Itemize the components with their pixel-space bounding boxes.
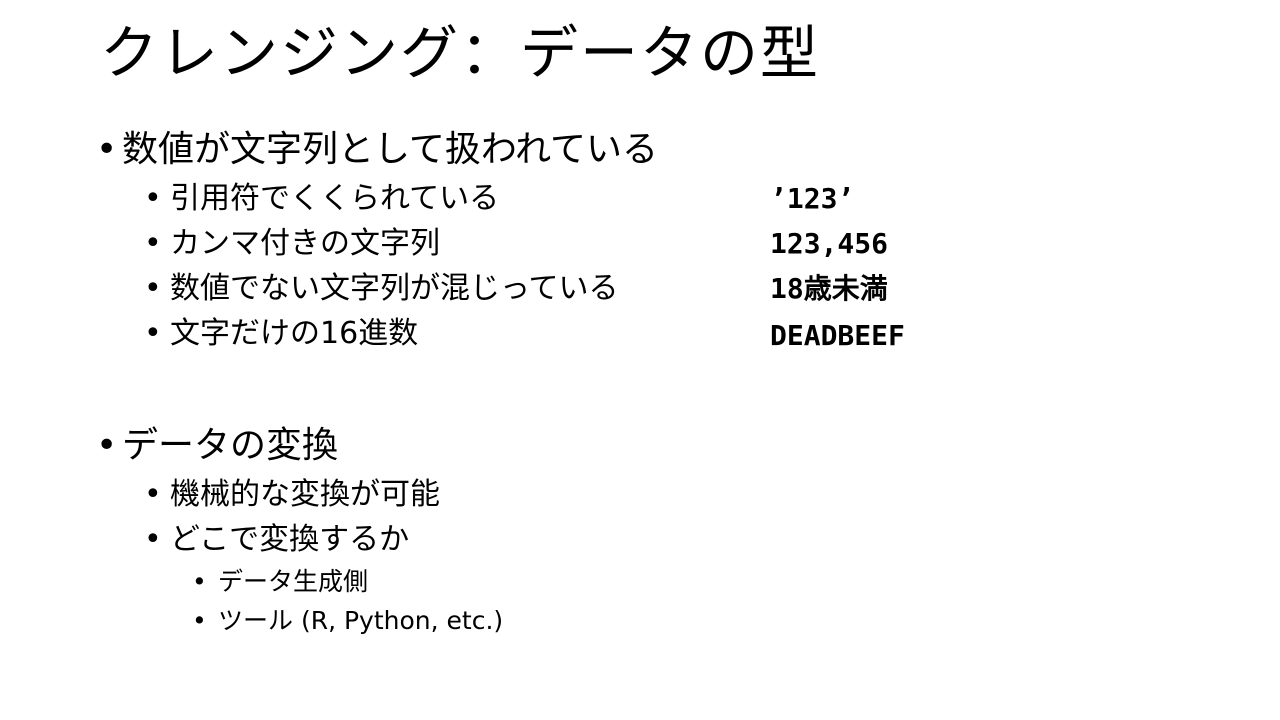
- list-item-label: 機械的な変換が可能: [170, 477, 440, 512]
- list-item-label: 文字だけの16進数: [170, 316, 419, 351]
- bullet-icon: •: [144, 181, 162, 216]
- list-item-label: どこで変換するか: [170, 522, 410, 557]
- bullet-icon: •: [144, 226, 162, 261]
- slide-title: クレンジング：データの型: [100, 19, 821, 87]
- slide: クレンジング：データの型 • 数値が文字列として扱われている • 引用符でくくられて…: [0, 0, 1280, 720]
- section-heading-strings: • 数値が文字列として扱われている: [96, 128, 658, 172]
- bullet-icon: •: [192, 606, 207, 635]
- list-item: • カンマ付きの文字列: [144, 225, 440, 263]
- list-item: • 文字だけの16進数: [144, 315, 418, 353]
- list-item-label: カンマ付きの文字列: [170, 226, 440, 261]
- list-item-label: 引用符でくくられている: [170, 181, 500, 216]
- section-heading-conversion: • データの変換: [96, 424, 338, 468]
- sub-list-item: • ツール (R, Python, etc.): [192, 605, 503, 637]
- sub-list-item-label: ツール (R, Python, etc.): [218, 606, 504, 635]
- list-item: • 数値でない文字列が混じっている: [144, 270, 619, 308]
- example-value: ’123’: [770, 182, 855, 215]
- list-item: • 機械的な変換が可能: [144, 476, 440, 514]
- bullet-icon: •: [144, 271, 162, 306]
- example-value: 123,456: [770, 227, 889, 260]
- sub-list-item-label: データ生成側: [218, 567, 369, 596]
- sub-list-item: • データ生成側: [192, 566, 368, 598]
- example-value: DEADBEEF: [770, 319, 905, 352]
- section-heading-label: データの変換: [122, 425, 339, 466]
- example-value: 18歳未満: [770, 272, 888, 305]
- bullet-icon: •: [96, 425, 118, 466]
- list-item-label: 数値でない文字列が混じっている: [170, 271, 619, 306]
- bullet-icon: •: [144, 522, 162, 557]
- bullet-icon: •: [144, 477, 162, 512]
- section-heading-label: 数値が文字列として扱われている: [122, 129, 659, 170]
- bullet-icon: •: [96, 129, 118, 170]
- list-item: • どこで変換するか: [144, 521, 409, 559]
- bullet-icon: •: [144, 316, 162, 351]
- bullet-icon: •: [192, 567, 207, 596]
- list-item: • 引用符でくくられている: [144, 180, 499, 218]
